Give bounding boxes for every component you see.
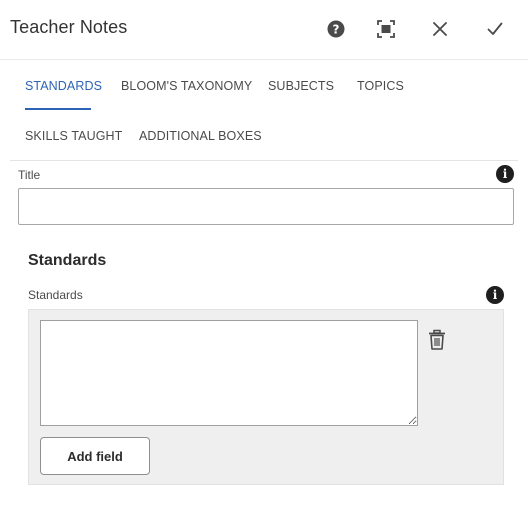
fullscreen-icon	[377, 20, 395, 38]
tab-bar: STANDARDS BLOOM'S TAXONOMY SUBJECTS TOPI…	[10, 60, 518, 161]
standards-section-heading: Standards	[28, 252, 107, 269]
standards-info-icon[interactable]: i	[486, 286, 504, 304]
done-button[interactable]	[482, 16, 508, 42]
title-input[interactable]	[18, 188, 514, 225]
title-info-icon[interactable]: i	[496, 165, 514, 183]
tab-additional-boxes[interactable]: ADDITIONAL BOXES	[139, 129, 262, 143]
tab-topics[interactable]: TOPICS	[357, 79, 404, 93]
svg-text:?: ?	[333, 23, 340, 37]
dialog-title: Teacher Notes	[10, 17, 128, 37]
delete-field-button[interactable]	[427, 329, 447, 351]
help-icon: ?	[327, 20, 345, 38]
fullscreen-button[interactable]	[373, 16, 399, 42]
title-field-label: Title	[18, 168, 41, 182]
tab-subjects[interactable]: SUBJECTS	[268, 79, 334, 93]
standards-field-label: Standards	[28, 288, 83, 302]
standards-multifield: Add field	[28, 309, 504, 485]
tab-standards[interactable]: STANDARDS	[25, 79, 102, 93]
active-tab-indicator	[25, 108, 91, 110]
add-field-button[interactable]: Add field	[40, 437, 150, 475]
standards-textarea[interactable]	[40, 320, 418, 426]
close-button[interactable]	[427, 16, 453, 42]
dialog-header: Teacher Notes ?	[0, 0, 528, 60]
trash-icon	[429, 329, 445, 350]
tab-skills-taught[interactable]: SKILLS TAUGHT	[25, 129, 122, 143]
close-icon	[433, 22, 447, 36]
check-icon	[487, 22, 503, 35]
tab-blooms-taxonomy[interactable]: BLOOM'S TAXONOMY	[121, 79, 252, 93]
help-button[interactable]: ?	[323, 16, 349, 42]
